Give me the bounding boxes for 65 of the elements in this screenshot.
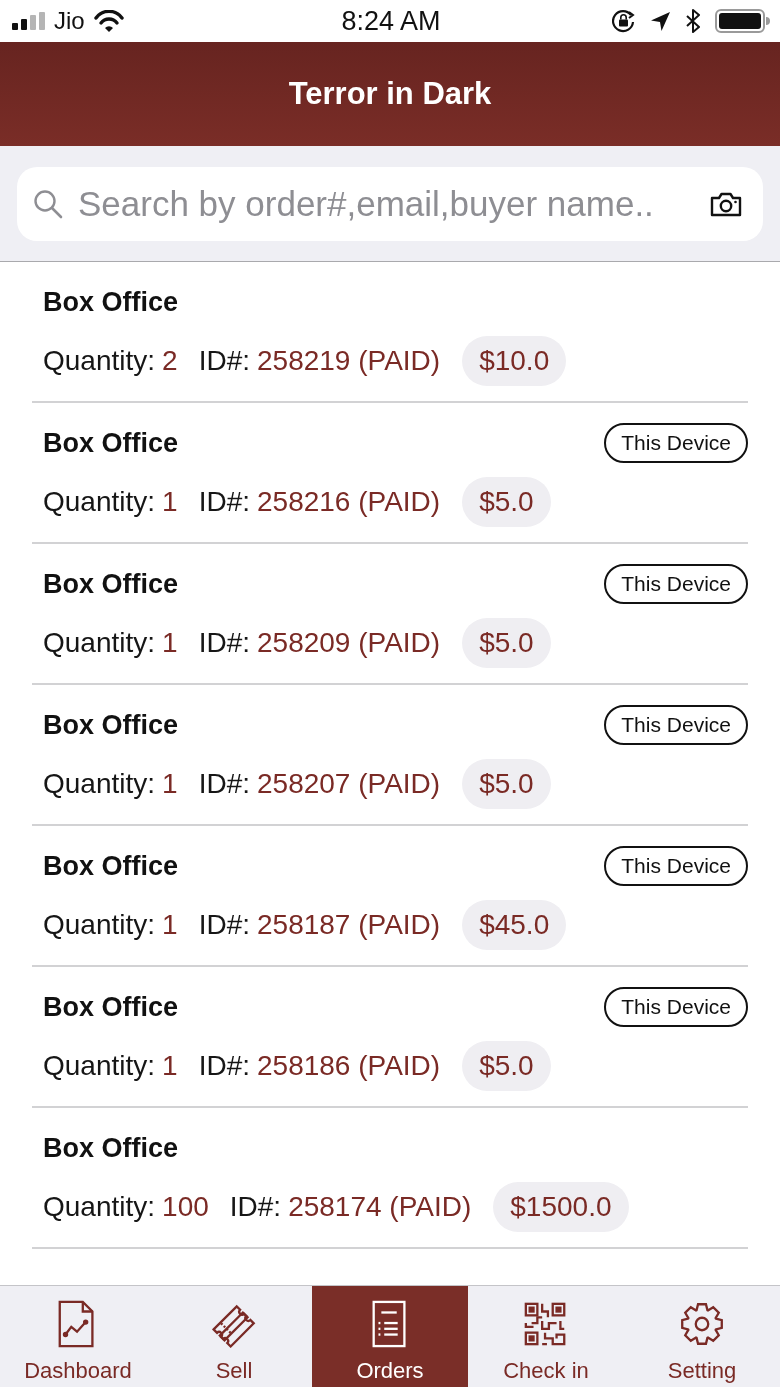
order-id-value: 258219 (PAID) xyxy=(257,345,441,377)
quantity-label: Quantity: xyxy=(43,486,156,518)
quantity-value: 100 xyxy=(162,1191,209,1223)
quantity-label: Quantity: xyxy=(43,1050,156,1082)
order-title: Box Office xyxy=(43,991,179,1023)
order-id-value: 258216 (PAID) xyxy=(257,486,441,518)
quantity-label: Quantity: xyxy=(43,345,156,377)
device-tag: This Device xyxy=(604,564,748,604)
order-id-label: ID#: xyxy=(198,1050,250,1082)
nav-tab[interactable]: Dashboard xyxy=(0,1286,156,1387)
quantity-value: 1 xyxy=(162,486,178,518)
quantity-value: 1 xyxy=(162,909,178,941)
bluetooth-icon xyxy=(685,9,701,33)
quantity-label: Quantity: xyxy=(43,909,156,941)
order-title: Box Office xyxy=(43,427,179,459)
wifi-icon xyxy=(93,9,124,33)
order-id-label: ID#: xyxy=(198,345,250,377)
nav-tab[interactable]: Check in xyxy=(468,1286,624,1387)
order-id-label: ID#: xyxy=(198,909,250,941)
quantity-label: Quantity: xyxy=(43,1191,156,1223)
order-title: Box Office xyxy=(43,568,179,600)
quantity-value: 1 xyxy=(162,768,178,800)
price-tag: $5.0 xyxy=(462,477,551,527)
order-id-label: ID#: xyxy=(198,627,250,659)
device-tag: This Device xyxy=(604,423,748,463)
gear-icon xyxy=(678,1300,726,1348)
order-id-label: ID#: xyxy=(198,486,250,518)
device-tag: This Device xyxy=(604,846,748,886)
nav-tab[interactable]: Orders xyxy=(312,1286,468,1387)
order-id-label: ID#: xyxy=(198,768,250,800)
quantity-label: Quantity: xyxy=(43,768,156,800)
carrier-name: Jio xyxy=(54,7,85,35)
order-id-value: 258187 (PAID) xyxy=(257,909,441,941)
order-title: Box Office xyxy=(43,1132,179,1164)
device-tag: This Device xyxy=(604,987,748,1027)
order-id-value: 258207 (PAID) xyxy=(257,768,441,800)
order-title: Box Office xyxy=(43,709,179,741)
order-id-label: ID#: xyxy=(229,1191,282,1223)
status-time: 8:24 AM xyxy=(341,5,441,37)
battery-icon xyxy=(715,9,770,33)
signal-icon xyxy=(12,12,45,30)
screen-title: Terror in Dark xyxy=(288,76,492,112)
order-id-value: 258174 (PAID) xyxy=(288,1191,472,1223)
quantity-value: 1 xyxy=(162,1050,178,1082)
price-tag: $1500.0 xyxy=(493,1182,629,1232)
nav-tab[interactable]: Sell xyxy=(156,1286,312,1387)
price-tag: $5.0 xyxy=(462,759,551,809)
order-title: Box Office xyxy=(43,850,179,882)
camera-icon[interactable] xyxy=(710,190,742,217)
device-tag: This Device xyxy=(604,705,748,745)
price-tag: $5.0 xyxy=(462,618,551,668)
quantity-value: 2 xyxy=(162,345,178,377)
price-tag: $5.0 xyxy=(462,1041,551,1091)
order-id-value: 258209 (PAID) xyxy=(257,627,441,659)
order-id-value: 258186 (PAID) xyxy=(257,1050,441,1082)
order-title: Box Office xyxy=(43,286,179,318)
nav-tab[interactable]: Setting xyxy=(624,1286,780,1387)
search-icon xyxy=(33,188,63,219)
location-arrow-icon xyxy=(650,10,671,32)
quantity-label: Quantity: xyxy=(43,627,156,659)
price-tag: $45.0 xyxy=(462,900,567,950)
rotation-lock-icon xyxy=(612,9,636,33)
quantity-value: 1 xyxy=(162,627,178,659)
price-tag: $10.0 xyxy=(462,336,567,386)
search-field[interactable]: Search by order#,email,buyer name.. xyxy=(17,166,763,241)
